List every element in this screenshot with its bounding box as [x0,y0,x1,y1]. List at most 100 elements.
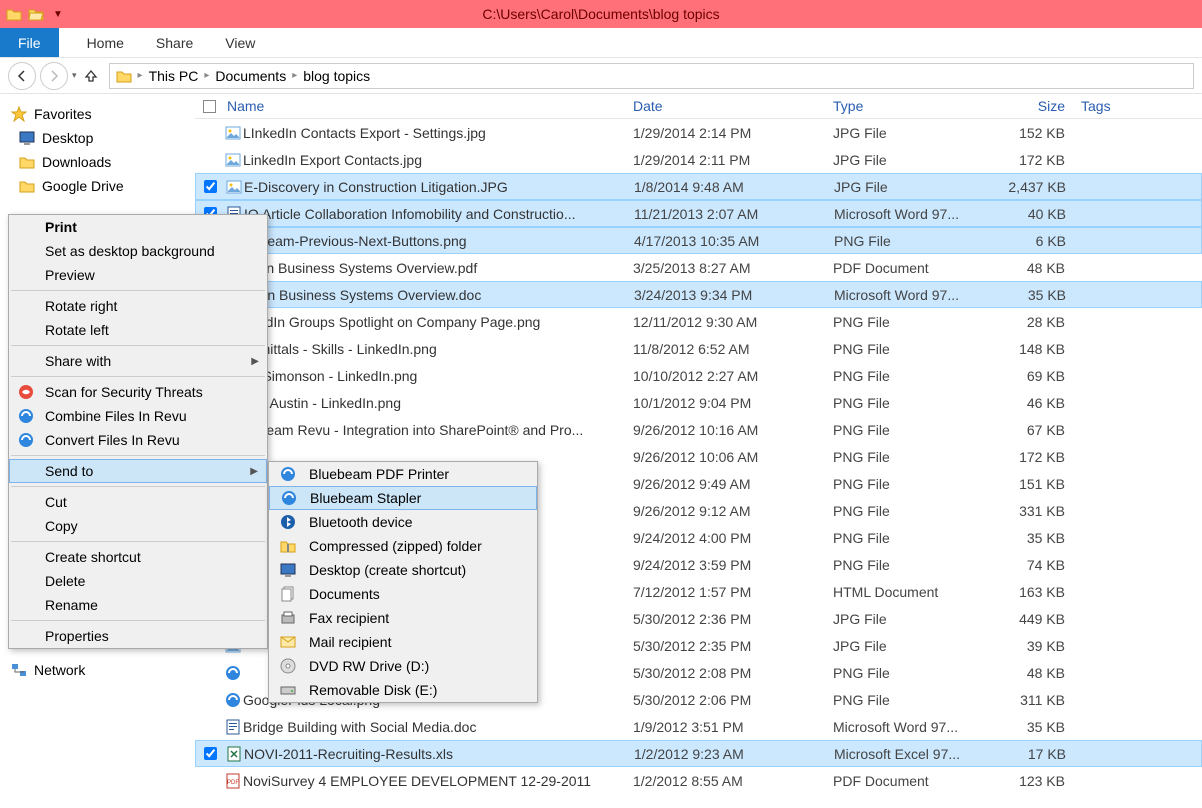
file-type: Microsoft Excel 97... [834,746,984,762]
breadcrumb-blog-topics[interactable]: blog topics [301,68,372,84]
file-name: LInkedIn Contacts Export - Settings.jpg [243,125,633,141]
ctx-rotate-left[interactable]: Rotate left [9,318,267,342]
sendto-desktop[interactable]: Desktop (create shortcut) [269,558,537,582]
file-type: PNG File [833,530,983,546]
file-type: PNG File [833,692,983,708]
breadcrumb-documents[interactable]: Documents [213,68,288,84]
file-date: 7/12/2012 1:57 PM [633,584,833,600]
sendto-documents[interactable]: Documents [269,582,537,606]
sendto-mail[interactable]: Mail recipient [269,630,537,654]
ctx-preview[interactable]: Preview [9,263,267,287]
file-date: 4/17/2013 10:35 AM [634,233,834,249]
file-type: PNG File [833,557,983,573]
ribbon: File Home Share View [0,28,1202,58]
file-row[interactable]: uebeam-Previous-Next-Buttons.png4/17/201… [195,227,1202,254]
file-row[interactable]: nkedIn Groups Spotlight on Company Page.… [195,308,1202,335]
file-row[interactable]: Bridge Building with Social Media.doc1/9… [195,713,1202,740]
shield-icon [17,383,35,401]
file-type: PNG File [833,395,983,411]
ctx-combine-revu[interactable]: Combine Files In Revu [9,404,267,428]
column-type[interactable]: Type [833,98,983,114]
ctx-delete[interactable]: Delete [9,569,267,593]
ctx-copy[interactable]: Copy [9,514,267,538]
up-button[interactable] [81,66,101,86]
file-row[interactable]: NOVI-2011-Recruiting-Results.xls1/2/2012… [195,740,1202,767]
file-size: 148 KB [983,341,1073,357]
history-dropdown-icon[interactable]: ▾ [72,70,77,81]
file-type: PDF Document [833,260,983,276]
revu-icon [17,431,35,449]
file-type: PNG File [833,503,983,519]
sidebar-google-drive[interactable]: Google Drive [0,174,195,198]
file-row[interactable]: PDFagen Business Systems Overview.pdf3/2… [195,254,1202,281]
ctx-print[interactable]: Print [9,215,267,239]
file-size: 74 KB [983,557,1073,573]
qat-dropdown-icon[interactable]: ▼ [48,4,68,24]
view-tab[interactable]: View [209,28,271,57]
sidebar-network[interactable]: Network [0,658,195,682]
sendto-dvd[interactable]: DVD RW Drive (D:) [269,654,537,678]
column-name[interactable]: Name [223,98,633,114]
ctx-properties[interactable]: Properties [9,624,267,648]
file-date: 5/30/2012 2:36 PM [633,611,833,627]
file-row[interactable]: nda Austin - LinkedIn.png10/1/2012 9:04 … [195,389,1202,416]
row-checkbox[interactable] [196,180,224,193]
sidebar-desktop[interactable]: Desktop [0,126,195,150]
row-checkbox[interactable] [196,747,224,760]
file-row[interactable]: ubmittals - Skills - LinkedIn.png11/8/20… [195,335,1202,362]
label: Desktop (create shortcut) [309,562,466,578]
chevron-right-icon[interactable]: ▸ [292,70,297,81]
file-size: 39 KB [983,638,1073,654]
file-row[interactable]: uebeam Revu - Integration into SharePoin… [195,416,1202,443]
address-bar[interactable]: ▸ This PC ▸ Documents ▸ blog topics [109,63,1194,89]
ctx-create-shortcut[interactable]: Create shortcut [9,545,267,569]
separator [11,345,265,346]
sidebar-favorites[interactable]: Favorites [0,102,195,126]
back-button[interactable] [8,62,36,90]
chevron-right-icon[interactable]: ▸ [138,70,143,81]
column-date[interactable]: Date [633,98,833,114]
breadcrumb-this-pc[interactable]: This PC [147,68,201,84]
file-date: 1/29/2014 2:14 PM [633,125,833,141]
ctx-rotate-right[interactable]: Rotate right [9,294,267,318]
file-row[interactable]: LInkedIn Contacts Export - Settings.jpg1… [195,119,1202,146]
file-row[interactable]: agen Business Systems Overview.doc3/24/2… [195,281,1202,308]
file-row[interactable]: E-Discovery in Construction Litigation.J… [195,173,1202,200]
file-row[interactable]: IO Article Collaboration Infomobility an… [195,200,1202,227]
file-size: 35 KB [983,530,1073,546]
sendto-bluebeam-printer[interactable]: Bluebeam PDF Printer [269,462,537,486]
file-size: 449 KB [983,611,1073,627]
share-tab[interactable]: Share [140,28,209,57]
ctx-scan[interactable]: Scan for Security Threats [9,380,267,404]
column-size[interactable]: Size [983,98,1073,114]
file-row[interactable]: LinkedIn Export Contacts.jpg1/29/2014 2:… [195,146,1202,173]
file-row[interactable]: PDFNoviSurvey 4 EMPLOYEE DEVELOPMENT 12-… [195,767,1202,794]
file-tab[interactable]: File [0,28,59,57]
file-date: 1/2/2012 9:23 AM [634,746,834,762]
file-name: ubmittals - Skills - LinkedIn.png [243,341,633,357]
ctx-convert-revu[interactable]: Convert Files In Revu [9,428,267,452]
home-tab[interactable]: Home [71,28,140,57]
sidebar-label: Network [34,662,85,678]
chevron-right-icon[interactable]: ▸ [204,70,209,81]
context-menu: Print Set as desktop background Preview … [8,214,268,649]
select-all-checkbox[interactable] [203,100,216,113]
sendto-bluetooth[interactable]: Bluetooth device [269,510,537,534]
sendto-removable[interactable]: Removable Disk (E:) [269,678,537,702]
file-size: 311 KB [983,692,1073,708]
file-date: 9/24/2012 3:59 PM [633,557,833,573]
sendto-bluebeam-stapler[interactable]: Bluebeam Stapler [269,486,537,510]
file-row[interactable]: en Simonson - LinkedIn.png10/10/2012 2:2… [195,362,1202,389]
ctx-cut[interactable]: Cut [9,490,267,514]
column-tags[interactable]: Tags [1073,98,1173,114]
ctx-rename[interactable]: Rename [9,593,267,617]
file-name: uebeam-Previous-Next-Buttons.png [244,233,634,249]
ctx-send-to[interactable]: Send to▶ [9,459,267,483]
file-type: JPG File [833,125,983,141]
file-type-icon: PDF [223,773,243,789]
ctx-set-bg[interactable]: Set as desktop background [9,239,267,263]
sidebar-downloads[interactable]: Downloads [0,150,195,174]
ctx-share-with[interactable]: Share with▶ [9,349,267,373]
sendto-zip[interactable]: Compressed (zipped) folder [269,534,537,558]
sendto-fax[interactable]: Fax recipient [269,606,537,630]
